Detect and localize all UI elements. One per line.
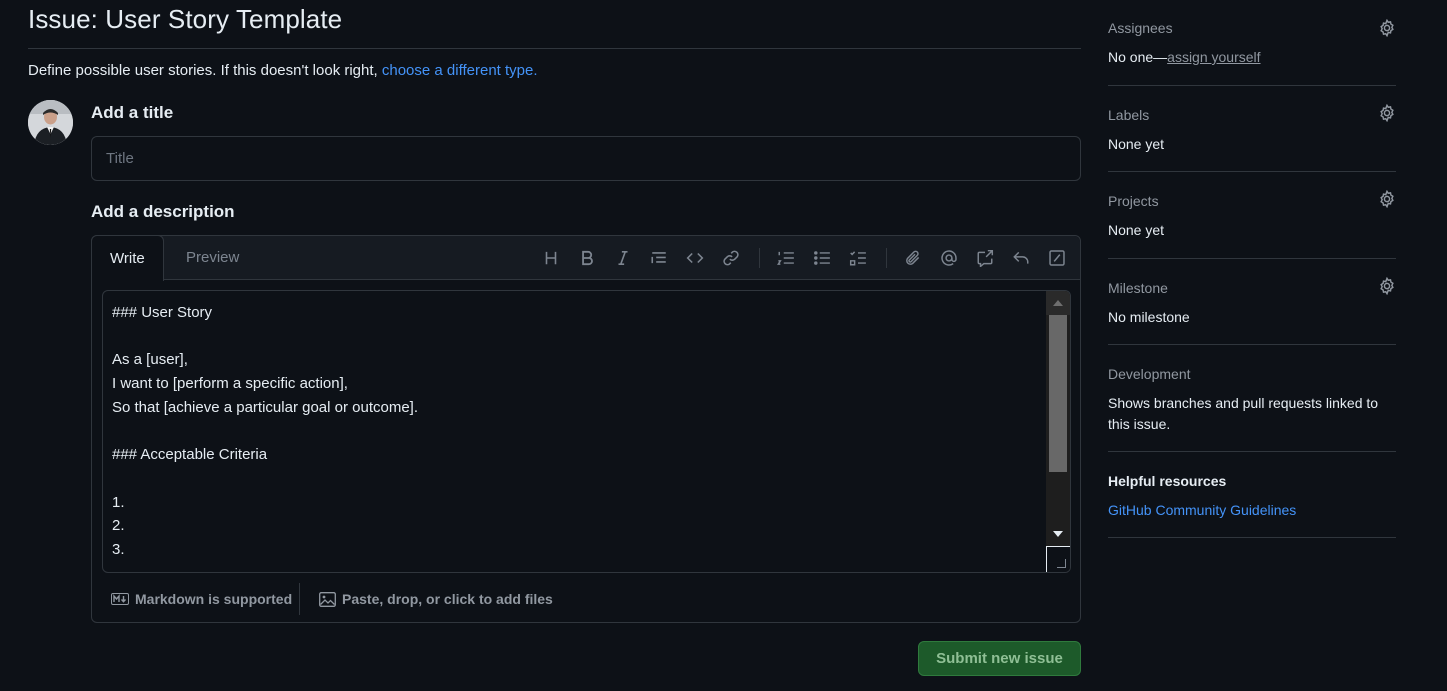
description-editor: Write Preview ### User Story As a [user]… (91, 235, 1081, 623)
projects-value: None yet (1108, 222, 1165, 238)
scroll-up-arrow[interactable] (1046, 291, 1070, 315)
development-value: Shows branches and pull requests linked … (1108, 395, 1379, 432)
description-label: Add a description (91, 202, 235, 221)
footer-divider (299, 583, 300, 615)
labels-gear-icon[interactable] (1378, 103, 1396, 123)
template-description-text: Define possible user stories. If this do… (28, 62, 382, 79)
textarea-scrollbar[interactable] (1046, 291, 1070, 572)
scroll-thumb[interactable] (1049, 315, 1067, 472)
labels-heading: Labels (1108, 107, 1150, 123)
choose-different-type-link[interactable]: choose a different type. (382, 62, 538, 79)
milestone-heading: Milestone (1108, 280, 1168, 296)
title-divider (28, 48, 1081, 49)
labels-value: None yet (1108, 136, 1165, 152)
tab-preview[interactable]: Preview (168, 236, 257, 280)
avatar (28, 100, 73, 145)
assignees-gear-icon[interactable] (1378, 18, 1396, 38)
markdown-supported[interactable]: Markdown is supported (111, 591, 292, 607)
add-files-label: Paste, drop, or click to add files (342, 591, 553, 607)
milestone-value: No milestone (1108, 309, 1190, 325)
reference-icon[interactable] (973, 246, 997, 270)
bold-icon[interactable] (575, 246, 599, 270)
attach-icon[interactable] (901, 246, 925, 270)
milestone-gear-icon[interactable] (1378, 276, 1396, 296)
development-heading: Development (1108, 366, 1191, 382)
numbered-list-icon[interactable] (774, 246, 798, 270)
task-list-icon[interactable] (846, 246, 870, 270)
description-text[interactable]: ### User Story As a [user], I want to [p… (103, 291, 1047, 572)
sidebar-milestone: Milestone No milestone (1108, 259, 1396, 345)
sidebar-helpful-resources: Helpful resources GitHub Community Guide… (1108, 452, 1396, 538)
template-description: Define possible user stories. If this do… (28, 62, 538, 79)
projects-gear-icon[interactable] (1378, 189, 1396, 209)
description-textarea[interactable]: ### User Story As a [user], I want to [p… (102, 290, 1071, 573)
tab-write[interactable]: Write (91, 235, 164, 281)
code-icon[interactable] (683, 246, 707, 270)
submit-issue-button[interactable]: Submit new issue (918, 641, 1081, 676)
mention-icon[interactable] (937, 246, 961, 270)
markdown-icon (111, 593, 129, 605)
page-title: Issue: User Story Template (28, 4, 343, 34)
toolbar-divider (886, 248, 887, 268)
reply-icon[interactable] (1009, 246, 1033, 270)
helpful-resources-heading: Helpful resources (1108, 473, 1227, 489)
markdown-supported-label: Markdown is supported (135, 591, 293, 607)
title-label: Add a title (91, 103, 174, 122)
assignees-value: No one—assign yourself (1108, 47, 1261, 68)
scroll-down-arrow[interactable] (1046, 522, 1070, 546)
sidebar-labels: Labels None yet (1108, 86, 1396, 172)
heading-icon[interactable] (539, 246, 563, 270)
issue-title-input[interactable] (91, 136, 1081, 181)
assignees-heading: Assignees (1108, 20, 1173, 36)
link-icon[interactable] (719, 246, 743, 270)
resize-handle[interactable] (1046, 546, 1070, 572)
image-icon (319, 591, 336, 607)
italic-icon[interactable] (611, 246, 635, 270)
assignees-none: No one— (1108, 49, 1168, 65)
unordered-list-icon[interactable] (810, 246, 834, 270)
quote-icon[interactable] (647, 246, 671, 270)
projects-heading: Projects (1108, 193, 1159, 209)
editor-header: Write Preview (91, 235, 1080, 281)
sidebar-assignees: Assignees No one—assign yourself (1108, 0, 1396, 86)
assign-yourself-link[interactable]: assign yourself (1167, 49, 1260, 65)
avatar-image (28, 100, 73, 145)
sidebar-projects: Projects None yet (1108, 172, 1396, 259)
slash-command-icon[interactable] (1045, 246, 1069, 270)
sidebar-development: Development Shows branches and pull requ… (1108, 345, 1396, 452)
editor-footer: Markdown is supported Paste, drop, or cl… (92, 581, 1080, 622)
toolbar-divider (759, 248, 760, 268)
community-guidelines-link[interactable]: GitHub Community Guidelines (1108, 502, 1296, 518)
add-files-area[interactable]: Paste, drop, or click to add files (319, 591, 553, 607)
